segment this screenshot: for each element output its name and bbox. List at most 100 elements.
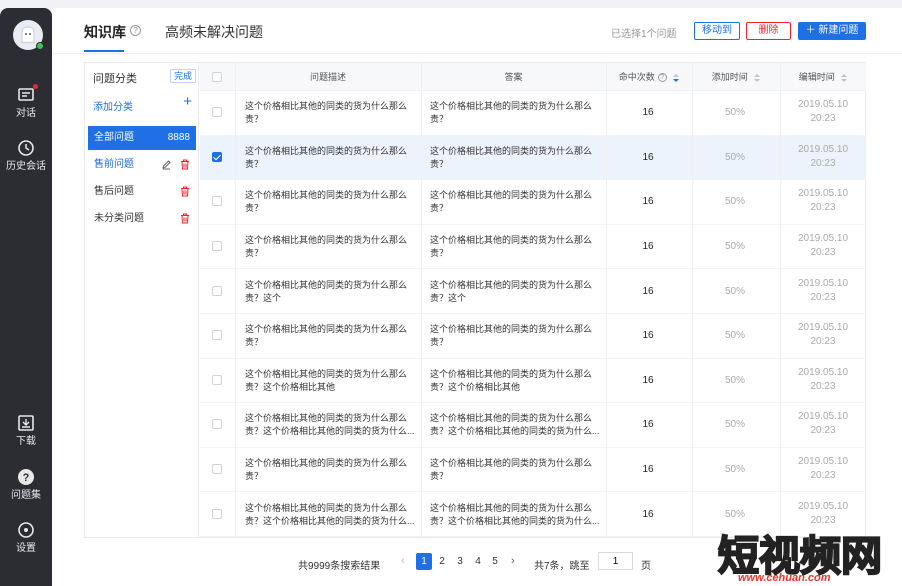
- page-number[interactable]: 5: [487, 553, 503, 570]
- table-row[interactable]: 这个价格相比其他的同类的货为什么那么贵？ 这个价格相比其他的同类的货为什么那么贵？…: [200, 91, 866, 136]
- pagination-jump-label: 共7条，跳至: [534, 561, 590, 572]
- hits-cell: 16: [642, 241, 654, 253]
- category-item-aftersale[interactable]: 售后问题: [88, 180, 196, 204]
- edited-date: 2019.05.10: [797, 233, 849, 245]
- answer-cell: 这个价格相比其他的同类的货为什么那么贵？这个价格相比其他的同类的货为什么...: [430, 502, 600, 526]
- category-header: 问题分类 完成: [85, 63, 199, 89]
- nav-question-set[interactable]: ? 问题集: [0, 468, 52, 502]
- table-row[interactable]: 这个价格相比其他的同类的货为什么那么贵？ 这个价格相比其他的同类的货为什么那么贵？…: [200, 225, 866, 270]
- row-checkbox[interactable]: [212, 107, 222, 118]
- page-jump-input[interactable]: [598, 552, 633, 570]
- tab-unresolved[interactable]: 高频未解决问题: [165, 22, 263, 42]
- row-checkbox[interactable]: [212, 374, 222, 385]
- table-row[interactable]: 这个价格相比其他的同类的货为什么那么贵？ 这个价格相比其他的同类的货为什么那么贵？…: [200, 314, 866, 359]
- header-added[interactable]: 添加时间: [692, 63, 780, 91]
- top-bar: 知识库 ? 高频未解决问题 已选择1个问题 移动到 删除 ＋ 新建问题: [52, 8, 902, 54]
- delete-button[interactable]: 删除: [746, 22, 791, 40]
- trash-icon[interactable]: [180, 213, 190, 224]
- avatar[interactable]: [13, 20, 44, 50]
- nav-chat[interactable]: 对话: [0, 84, 52, 120]
- row-checkbox[interactable]: [212, 285, 222, 296]
- watermark-url: www.cehuan.com: [738, 572, 831, 584]
- table-row[interactable]: 这个价格相比其他的同类的货为什么那么贵？这个价格相比其他的同类的货为什么... 这…: [200, 403, 866, 448]
- trash-icon[interactable]: [180, 186, 190, 197]
- added-cell: 50%: [724, 419, 745, 431]
- sort-desc-icon[interactable]: [673, 73, 680, 83]
- row-checkbox[interactable]: [212, 508, 222, 519]
- new-question-button[interactable]: ＋ 新建问题: [798, 22, 866, 40]
- category-done-button[interactable]: 完成: [169, 69, 196, 83]
- header-answer: 答案: [504, 72, 523, 82]
- question-cell: 这个价格相比其他的同类的货为什么那么贵？这个价格相比其他: [245, 368, 408, 392]
- question-cell: 这个价格相比其他的同类的货为什么那么贵？这个: [245, 279, 408, 303]
- page-number[interactable]: 2: [434, 553, 450, 570]
- edited-time: 20:23: [810, 157, 836, 169]
- table-row[interactable]: 这个价格相比其他的同类的货为什么那么贵？ 这个价格相比其他的同类的货为什么那么贵？…: [200, 135, 866, 181]
- nav-download[interactable]: 下载: [0, 414, 52, 448]
- answer-cell: 这个价格相比其他的同类的货为什么那么贵？这个价格相比其他的同类的货为什么...: [430, 413, 600, 437]
- edited-time: 20:23: [810, 380, 836, 392]
- page-number[interactable]: 1: [416, 553, 432, 570]
- edited-date: 2019.05.10: [797, 277, 849, 289]
- edited-cell: 2019.05.10 20:23: [780, 455, 866, 483]
- chat-icon: [18, 88, 34, 101]
- header-edited[interactable]: 编辑时间: [780, 63, 866, 91]
- nav-history-label: 历史会话: [6, 161, 46, 172]
- page-number[interactable]: 3: [452, 553, 468, 570]
- answer-cell: 这个价格相比其他的同类的货为什么那么贵？: [430, 324, 593, 348]
- hits-help-icon[interactable]: ?: [657, 73, 667, 83]
- row-checkbox[interactable]: [212, 151, 222, 162]
- nav-download-label: 下载: [16, 436, 36, 447]
- sort-icon[interactable]: [841, 73, 848, 83]
- answer-cell: 这个价格相比其他的同类的货为什么那么贵？: [430, 458, 593, 482]
- question-cell: 这个价格相比其他的同类的货为什么那么贵？: [245, 458, 408, 482]
- page-number[interactable]: 4: [470, 553, 486, 570]
- tab-knowledge-base[interactable]: 知识库: [84, 22, 126, 42]
- row-checkbox[interactable]: [212, 330, 222, 341]
- row-checkbox[interactable]: [212, 419, 222, 430]
- category-item-all[interactable]: 全部问题 8888: [88, 126, 196, 150]
- main-content: 知识库 ? 高频未解决问题 已选择1个问题 移动到 删除 ＋ 新建问题 问题分类…: [52, 8, 902, 586]
- answer-cell: 这个价格相比其他的同类的货为什么那么贵？这个价格相比其他: [430, 368, 593, 392]
- header-question: 问题描述: [309, 72, 346, 82]
- row-checkbox[interactable]: [212, 196, 222, 207]
- answer-cell: 这个价格相比其他的同类的货为什么那么贵？: [430, 101, 593, 125]
- add-category-link[interactable]: 添加分类: [93, 98, 133, 113]
- move-to-button[interactable]: 移动到: [694, 22, 740, 40]
- help-icon[interactable]: ?: [130, 25, 141, 36]
- category-item-presale[interactable]: 售前问题: [88, 153, 196, 177]
- sort-icon[interactable]: [754, 73, 761, 83]
- select-all-checkbox[interactable]: [212, 72, 222, 82]
- question-cell: 这个价格相比其他的同类的货为什么那么贵？: [245, 190, 408, 214]
- added-cell: 50%: [724, 508, 745, 520]
- question-table: 问题描述 答案 命中次数? 添加时间 编辑时间 这个价格相比其他的同类的货为什么…: [200, 63, 866, 537]
- edited-time: 20:23: [810, 113, 836, 125]
- category-item-label: 全部问题: [94, 132, 134, 143]
- nav-history[interactable]: 历史会话: [0, 139, 52, 173]
- trash-icon[interactable]: [180, 159, 190, 170]
- column-divider: [421, 63, 422, 537]
- selected-count: 已选择1个问题: [611, 29, 677, 40]
- table-row[interactable]: 这个价格相比其他的同类的货为什么那么贵？ 这个价格相比其他的同类的货为什么那么贵？…: [200, 448, 866, 493]
- nav-settings[interactable]: 设置: [0, 521, 52, 555]
- table-row[interactable]: 这个价格相比其他的同类的货为什么那么贵？ 这个价格相比其他的同类的货为什么那么贵？…: [200, 180, 866, 225]
- nav-question-set-label: 问题集: [11, 490, 41, 501]
- edit-icon[interactable]: [161, 159, 172, 170]
- answer-cell: 这个价格相比其他的同类的货为什么那么贵？这个: [430, 279, 593, 303]
- hits-cell: 16: [642, 419, 654, 431]
- nav-settings-label: 设置: [16, 543, 36, 554]
- next-page-icon[interactable]: ›: [511, 555, 515, 567]
- edited-time: 20:23: [810, 336, 836, 348]
- hits-cell: 16: [642, 107, 654, 119]
- row-checkbox[interactable]: [212, 464, 222, 475]
- pagination-page-suffix: 页: [641, 561, 651, 572]
- header-hits[interactable]: 命中次数?: [606, 63, 692, 91]
- row-checkbox[interactable]: [212, 241, 222, 252]
- category-item-uncategorized[interactable]: 未分类问题: [88, 207, 196, 231]
- svg-text:?: ?: [23, 472, 30, 484]
- prev-page-icon[interactable]: ‹: [401, 555, 405, 567]
- table-row[interactable]: 这个价格相比其他的同类的货为什么那么贵？这个 这个价格相比其他的同类的货为什么那么…: [200, 269, 866, 314]
- table-row[interactable]: 这个价格相比其他的同类的货为什么那么贵？这个价格相比其他 这个价格相比其他的同类的…: [200, 359, 866, 404]
- answer-cell: 这个价格相比其他的同类的货为什么那么贵？: [430, 190, 593, 214]
- add-category-plus-icon[interactable]: +: [183, 93, 192, 110]
